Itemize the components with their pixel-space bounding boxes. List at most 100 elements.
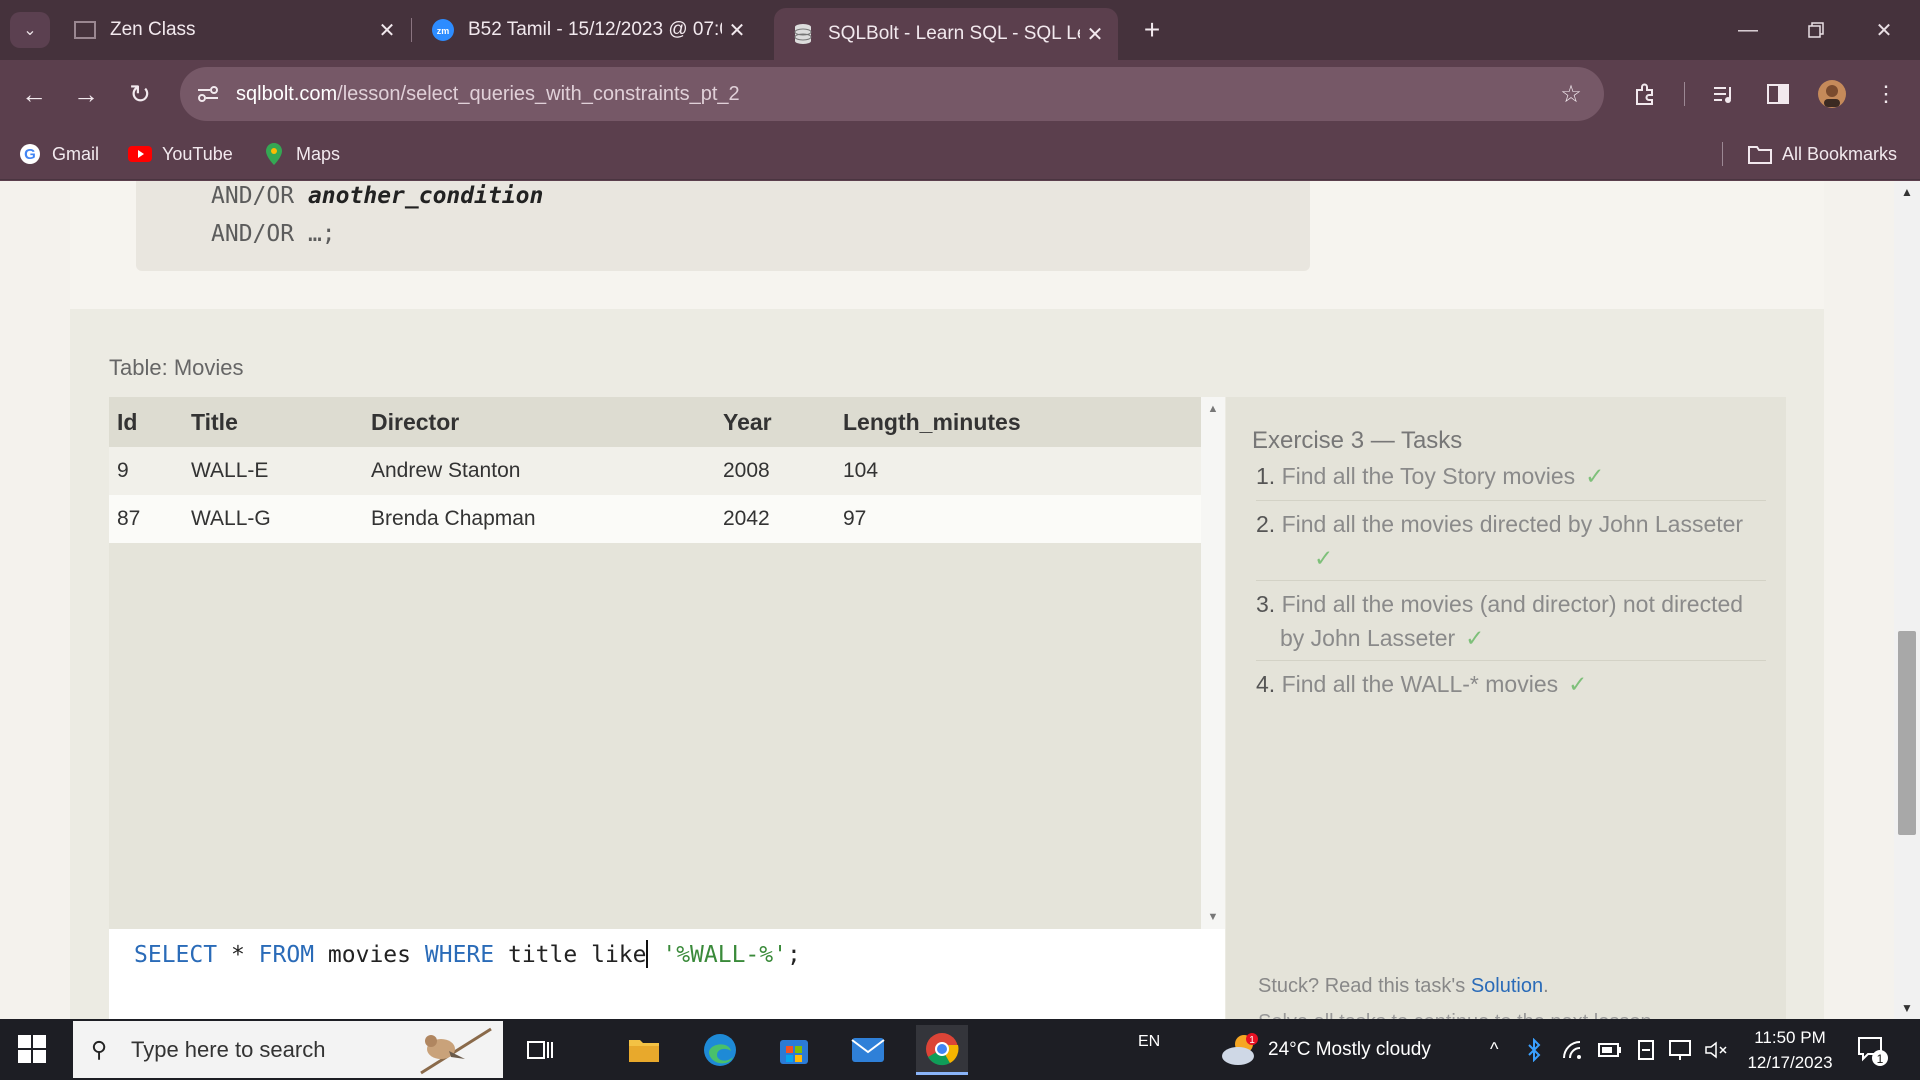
svg-text:1: 1: [1249, 1035, 1255, 1046]
maps-pin-icon: [262, 142, 286, 166]
site-settings-icon[interactable]: [196, 84, 226, 104]
column-header-length: Length_minutes: [835, 397, 1201, 447]
edge-button[interactable]: [694, 1025, 746, 1075]
tasks-panel: Exercise 3 — Tasks 1. Find all the Toy S…: [1226, 397, 1786, 1019]
check-icon: ✓: [1465, 625, 1485, 651]
bookmarks-bar: G Gmail YouTube Maps All Bookmarks: [0, 128, 1920, 180]
syntax-line: AND/OR …;: [211, 221, 336, 247]
chevron-down-icon: ⌄: [23, 22, 37, 39]
close-tab-icon[interactable]: ✕: [722, 15, 752, 45]
taskbar-search[interactable]: ⚲ Type here to search: [73, 1021, 503, 1078]
tasks-title: Exercise 3 — Tasks: [1252, 427, 1463, 454]
media-control-icon[interactable]: [1706, 76, 1742, 112]
sql-query-line: SELECT * FROM movies WHERE title like '%…: [134, 939, 801, 968]
close-tab-icon[interactable]: ✕: [372, 15, 402, 45]
column-header-title: Title: [183, 397, 363, 447]
minimize-icon: —: [1738, 18, 1758, 41]
back-button[interactable]: ←: [16, 76, 52, 112]
bookmark-youtube[interactable]: YouTube: [128, 140, 233, 168]
column-header-director: Director: [363, 397, 715, 447]
more-menu-icon[interactable]: ⋮: [1868, 76, 1904, 112]
clock[interactable]: 11:50 PM 12/17/2023: [1735, 1025, 1845, 1075]
scroll-up-icon[interactable]: ▲: [1201, 403, 1225, 415]
bluetooth-icon[interactable]: [1526, 1019, 1542, 1080]
scroll-up-icon[interactable]: ▲: [1894, 185, 1920, 199]
windows-taskbar: ⚲ Type here to search EN 1 24°C Mostly c…: [0, 1019, 1920, 1080]
task-item: 3. Find all the movies (and director) no…: [1256, 587, 1766, 661]
chrome-button[interactable]: [916, 1025, 968, 1075]
browser-toolbar: ← → ↻ sqlbolt.com/lesson/select_queries_…: [0, 60, 1920, 128]
file-explorer-button[interactable]: [618, 1025, 670, 1075]
show-hidden-icons[interactable]: ^: [1490, 1019, 1498, 1080]
url-text: sqlbolt.com/lesson/select_queries_with_c…: [236, 82, 740, 105]
syntax-line: AND/OR another_condition: [211, 183, 544, 209]
forward-button[interactable]: →: [68, 76, 104, 112]
restore-button[interactable]: [1792, 10, 1840, 50]
notification-center-button[interactable]: 1: [1856, 1019, 1890, 1080]
language-indicator[interactable]: EN: [1138, 1011, 1160, 1072]
bookmark-star-icon[interactable]: ☆: [1556, 79, 1586, 109]
weather-widget[interactable]: 1 24°C Mostly cloudy: [1218, 1019, 1431, 1080]
tab-search-button[interactable]: ⌄: [10, 12, 50, 48]
folder-icon: [629, 1040, 659, 1062]
database-icon: [792, 23, 814, 45]
reload-button[interactable]: ↻: [122, 76, 158, 112]
mail-button[interactable]: [842, 1025, 894, 1075]
sql-query-editor[interactable]: SELECT * FROM movies WHERE title like '%…: [109, 929, 1225, 1019]
cloud-icon: 1: [1222, 1032, 1258, 1065]
microsoft-store-button[interactable]: [768, 1025, 820, 1075]
display-icon[interactable]: [1668, 1019, 1692, 1080]
tab-title: B52 Tamil - 15/12/2023 @ 07:00: [468, 19, 722, 40]
task-item: 4. Find all the WALL-* movies ✓: [1256, 671, 1588, 697]
clock-date: 12/17/2023: [1747, 1053, 1833, 1072]
profile-avatar[interactable]: [1814, 76, 1850, 112]
search-highlight-bird-icon: [420, 1027, 492, 1075]
check-icon: ✓: [1314, 545, 1334, 571]
table-caption: Table: Movies: [109, 355, 244, 380]
scroll-down-icon[interactable]: ▼: [1201, 911, 1225, 923]
task-item: 1. Find all the Toy Story movies ✓: [1256, 459, 1766, 501]
tab-sqlbolt[interactable]: SQLBolt - Learn SQL - SQL Lesson ✕: [774, 8, 1118, 60]
column-header-id: Id: [109, 397, 183, 447]
extensions-icon[interactable]: [1627, 76, 1663, 112]
scroll-down-icon[interactable]: ▼: [1894, 1001, 1920, 1015]
text-cursor: [646, 939, 649, 968]
svg-text:1: 1: [1877, 1052, 1884, 1066]
clock-time: 11:50 PM: [1754, 1028, 1826, 1047]
restore-icon: [1808, 22, 1824, 38]
stuck-note: Stuck? Read this task's Solution.: [1258, 975, 1549, 997]
new-tab-button[interactable]: +: [1136, 14, 1168, 46]
tab-b52-tamil[interactable]: zm B52 Tamil - 15/12/2023 @ 07:00 ✕: [414, 8, 760, 52]
results-scrollbar[interactable]: ▲ ▼: [1201, 397, 1225, 929]
solve-note: Solve all tasks to continue to the next …: [1258, 1011, 1657, 1019]
side-panel-icon[interactable]: [1760, 76, 1796, 112]
meet-now-icon[interactable]: [1636, 1019, 1656, 1080]
tab-zen-class[interactable]: Zen Class ✕: [56, 8, 410, 52]
solution-link[interactable]: Solution: [1471, 975, 1543, 997]
tab-title: Zen Class: [110, 19, 196, 40]
all-bookmarks-button[interactable]: All Bookmarks: [1748, 140, 1897, 168]
bookmark-gmail[interactable]: G Gmail: [18, 140, 99, 168]
minimize-button[interactable]: —: [1724, 10, 1772, 50]
column-header-year: Year: [715, 397, 835, 447]
task-view-button[interactable]: [514, 1025, 566, 1075]
tab-title: SQLBolt - Learn SQL - SQL Lesson: [828, 23, 1080, 44]
folder-icon: [1748, 142, 1772, 166]
svg-text:G: G: [24, 146, 36, 163]
wifi-icon[interactable]: [1562, 1019, 1584, 1080]
scrollbar-thumb[interactable]: [1898, 631, 1916, 835]
page-scrollbar[interactable]: ▲ ▼: [1894, 181, 1920, 1019]
volume-muted-icon[interactable]: [1704, 1019, 1728, 1080]
close-tab-icon[interactable]: ✕: [1080, 19, 1110, 49]
results-table: Id Title Director Year Length_minutes 9 …: [109, 397, 1201, 929]
close-window-button[interactable]: ✕: [1860, 10, 1908, 50]
battery-icon[interactable]: [1598, 1019, 1622, 1080]
zoom-icon: zm: [432, 19, 454, 41]
youtube-icon: [128, 142, 152, 166]
bookmark-maps[interactable]: Maps: [262, 140, 340, 168]
start-button[interactable]: [18, 1035, 48, 1065]
tab-strip: ⌄ Zen Class ✕ zm B52 Tamil - 15/12/2023 …: [0, 0, 1920, 60]
syntax-code-block: AND/OR another_condition AND/OR …;: [136, 181, 1310, 271]
address-bar[interactable]: sqlbolt.com/lesson/select_queries_with_c…: [180, 67, 1604, 121]
chrome-icon: [926, 1032, 959, 1065]
